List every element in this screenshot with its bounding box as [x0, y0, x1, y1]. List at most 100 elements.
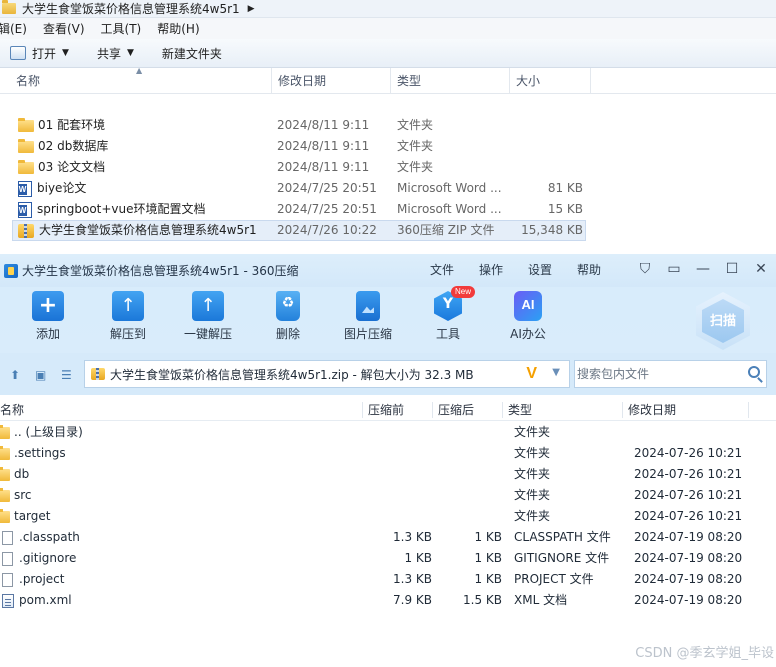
entry-type: PROJECT 文件 [514, 572, 594, 586]
file-name-cell[interactable]: 02 db数据库 [18, 136, 108, 157]
table-row[interactable]: db 文件夹 2024-07-26 10:21 [0, 464, 776, 485]
column-separator[interactable] [362, 402, 363, 418]
breadcrumb-folder[interactable]: 大学生食堂饭菜价格信息管理系统4w5r1 [22, 0, 240, 17]
add-button[interactable]: 添加 [8, 291, 88, 342]
menu-file[interactable]: 文件 [430, 261, 454, 278]
entry-name-cell[interactable]: .gitignore [0, 548, 76, 569]
zip-window: 大学生食堂饭菜价格信息管理系统4w5r1 - 360压缩 文件 操作 设置 帮助… [0, 254, 776, 667]
minimize-icon[interactable]: — [694, 261, 712, 277]
menu-tools[interactable]: 工具(T) [101, 20, 150, 37]
file-name-cell[interactable]: springboot+vue环境配置文档 [18, 199, 206, 220]
skin-icon[interactable]: ⛉ [636, 261, 654, 277]
share-button[interactable]: 共享 ▼ [97, 45, 134, 62]
table-row[interactable]: .gitignore 1 KB 1 KB GITIGNORE 文件 2024-07-19… [0, 548, 776, 569]
file-type: Microsoft Word ... [397, 202, 502, 216]
close-icon[interactable]: ✕ [752, 261, 770, 277]
table-row[interactable]: .settings 文件夹 2024-07-26 10:21 [0, 443, 776, 464]
entry-size-after: 1 KB [474, 530, 502, 544]
table-row[interactable]: springboot+vue环境配置文档 2024/7/25 20:51 Micro… [0, 199, 776, 220]
entry-date: 2024-07-19 08:20 [634, 530, 743, 544]
column-date[interactable]: 修改日期 [272, 68, 391, 94]
zip-column-header: 名称 压缩前 压缩后 类型 修改日期 [0, 399, 776, 421]
menu-help[interactable]: 帮助(H) [157, 20, 207, 37]
image-compress-label: 图片压缩 [343, 327, 392, 341]
column-compressed-before[interactable]: 压缩前 [368, 399, 404, 421]
maximize-icon[interactable]: ☐ [723, 261, 741, 277]
new-folder-button[interactable]: 新建文件夹 [162, 45, 222, 62]
archive-path-text: 大学生食堂饭菜价格信息管理系统4w5r1.zip - 解包大小为 32.3 MB [110, 367, 474, 382]
column-name[interactable]: 名称 [0, 399, 24, 421]
file-type: 文件夹 [397, 160, 434, 174]
ai-office-button[interactable]: AI办公 [488, 291, 568, 342]
breadcrumb-chevron-icon[interactable]: ▶ [248, 4, 255, 14]
open-button[interactable]: 打开 ▼ [10, 45, 69, 62]
scan-label[interactable]: 扫描 [696, 310, 750, 329]
file-name-cell[interactable]: 大学生食堂饭菜价格信息管理系统4w5r1 [18, 220, 257, 241]
table-row[interactable]: .classpath 1.3 KB 1 KB CLASSPATH 文件 2024-07-… [0, 527, 776, 548]
table-row[interactable]: 03 论文文档 2024/8/11 9:11 文件夹 [0, 157, 776, 178]
one-click-extract-button[interactable]: 一键解压 [168, 291, 248, 342]
entry-name-cell[interactable]: .project [0, 569, 64, 590]
entry-name-cell[interactable]: db [0, 464, 29, 485]
file-size: 15 KB [547, 202, 583, 216]
menu-view[interactable]: 查看(V) [43, 20, 93, 37]
table-row[interactable]: target 文件夹 2024-07-26 10:21 [0, 506, 776, 527]
table-row[interactable]: src 文件夹 2024-07-26 10:21 [0, 485, 776, 506]
file-name: 03 论文文档 [38, 160, 106, 174]
file-name-cell[interactable]: 03 论文文档 [18, 157, 105, 178]
column-type[interactable]: 类型 [508, 399, 532, 421]
table-row[interactable]: 01 配套环境 2024/8/11 9:11 文件夹 [0, 115, 776, 136]
entry-name-cell[interactable]: .classpath [0, 527, 80, 548]
up-arrow-icon[interactable]: ⬆ [10, 368, 20, 382]
image-compress-button[interactable]: 图片压缩 [328, 291, 408, 342]
table-row[interactable]: .. (上级目录) 文件夹 [0, 422, 776, 443]
table-row[interactable]: biye论文 2024/7/25 20:51 Microsoft Word ... 8… [0, 178, 776, 199]
one-click-extract-icon [192, 291, 224, 321]
column-separator[interactable] [622, 402, 623, 418]
zip-toolbar: 添加 解压到 一键解压 删除 图片压缩 工具 AI办公 [0, 287, 776, 353]
extract-to-button[interactable]: 解压到 [88, 291, 168, 342]
tools-button[interactable]: 工具 [408, 291, 488, 342]
search-icon[interactable] [748, 366, 760, 378]
menu-settings[interactable]: 设置 [528, 261, 552, 278]
file-icon [2, 572, 13, 587]
menu-help[interactable]: 帮助 [577, 261, 601, 278]
archive-path-field[interactable]: 大学生食堂饭菜价格信息管理系统4w5r1.zip - 解包大小为 32.3 MB… [84, 360, 570, 388]
table-row[interactable]: pom.xml 7.9 KB 1.5 KB XML 文档 2024-07-19 08:2… [0, 590, 776, 611]
image-compress-icon [356, 291, 380, 321]
column-size[interactable]: 大小 [510, 68, 591, 94]
entry-name-cell[interactable]: .settings [0, 443, 66, 464]
entry-name: .classpath [19, 530, 80, 544]
new-badge: New [451, 286, 475, 298]
entry-date: 2024-07-26 10:21 [634, 446, 743, 460]
file-name-cell[interactable]: biye论文 [18, 178, 86, 199]
entry-name-cell[interactable]: src [0, 485, 32, 506]
column-separator[interactable] [748, 402, 749, 418]
folder-icon [0, 424, 10, 439]
chevron-down-icon[interactable]: ▼ [552, 367, 560, 378]
column-separator[interactable] [432, 402, 433, 418]
column-name[interactable]: 名称 [10, 68, 272, 94]
column-separator[interactable] [502, 402, 503, 418]
table-row[interactable]: 大学生食堂饭菜价格信息管理系统4w5r1 2024/7/26 10:22 360压缩… [0, 220, 776, 241]
entry-name-cell[interactable]: .. (上级目录) [0, 422, 83, 443]
entry-size-before: 1 KB [404, 551, 432, 565]
explorer-breadcrumb[interactable]: 大学生食堂饭菜价格信息管理系统4w5r1 ▶ [0, 0, 776, 18]
file-name-cell[interactable]: 01 配套环境 [18, 115, 105, 136]
menu-operation[interactable]: 操作 [479, 261, 503, 278]
table-row[interactable]: .project 1.3 KB 1 KB PROJECT 文件 2024-07-19 0… [0, 569, 776, 590]
file-type: 文件夹 [397, 118, 434, 132]
list-view-icon[interactable]: ☰ [61, 368, 72, 382]
entry-name-cell[interactable]: target [0, 506, 51, 527]
vip-icon[interactable]: V [526, 365, 537, 383]
table-row[interactable]: 02 db数据库 2024/8/11 9:11 文件夹 [0, 136, 776, 157]
column-type[interactable]: 类型 [391, 68, 510, 94]
delete-button[interactable]: 删除 [248, 291, 328, 342]
entry-name-cell[interactable]: pom.xml [0, 590, 72, 611]
column-date[interactable]: 修改日期 [628, 399, 676, 421]
menu-edit[interactable]: 辑(E) [0, 20, 35, 37]
thumbnail-view-icon[interactable]: ▣ [35, 368, 46, 382]
feedback-icon[interactable]: ▭ [665, 261, 683, 277]
search-input[interactable]: 搜索包内文件 [574, 360, 767, 388]
column-compressed-after[interactable]: 压缩后 [438, 399, 474, 421]
